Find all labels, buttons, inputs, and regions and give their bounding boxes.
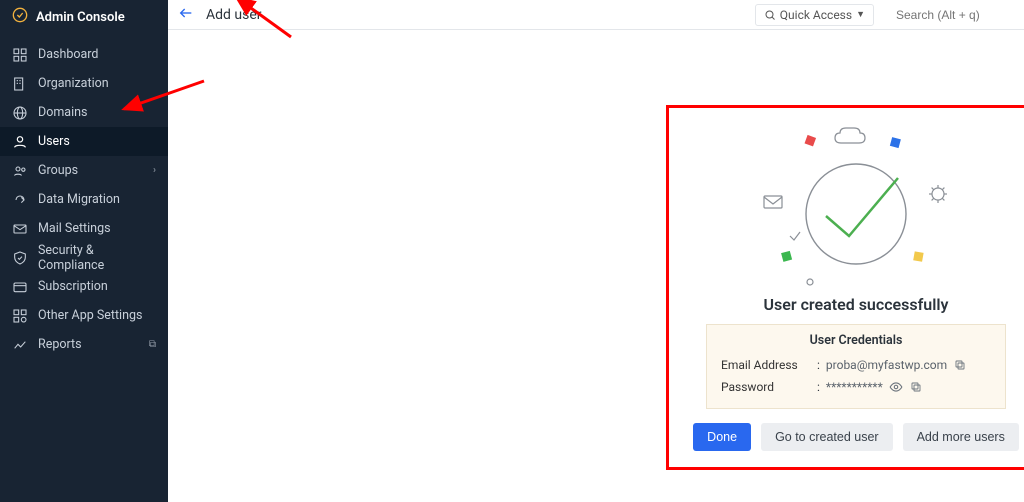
reports-icon	[12, 337, 28, 353]
sidebar-item-label: Security & Compliance	[38, 243, 156, 273]
credential-row-email: Email Address : proba@myfastwp.com	[721, 354, 991, 376]
dashboard-icon	[12, 47, 28, 63]
apps-icon	[12, 308, 28, 324]
password-label: Password	[721, 380, 811, 394]
sidebar-item-label: Organization	[38, 76, 109, 91]
popout-icon: ⧉	[149, 339, 156, 350]
sidebar-item-groups[interactable]: Groups ›	[0, 156, 168, 185]
sidebar-nav: Dashboard Organization Domains Users Gro…	[0, 40, 168, 359]
search-input[interactable]	[894, 7, 1014, 23]
chevron-right-icon: ›	[153, 165, 156, 176]
success-illustration	[746, 124, 966, 287]
sidebar-item-security[interactable]: Security & Compliance	[0, 243, 168, 272]
credentials-title: User Credentials	[721, 333, 991, 348]
search-icon	[764, 9, 776, 21]
sidebar-item-reports[interactable]: Reports ⧉	[0, 330, 168, 359]
sidebar-item-label: Data Migration	[38, 192, 120, 207]
shield-icon	[12, 250, 28, 266]
sidebar-item-label: Users	[38, 134, 70, 149]
user-created-panel: User created successfully User Credentia…	[666, 105, 1024, 470]
mail-settings-icon	[12, 221, 28, 237]
credential-row-password: Password : ***********	[721, 376, 991, 398]
migration-icon	[12, 192, 28, 208]
reveal-password-icon[interactable]	[889, 380, 903, 394]
copy-password-icon[interactable]	[909, 380, 923, 394]
sidebar-item-label: Groups	[38, 163, 78, 178]
sidebar-item-other-app-settings[interactable]: Other App Settings	[0, 301, 168, 330]
back-button[interactable]	[178, 5, 194, 25]
quick-access-dropdown[interactable]: Quick Access ▼	[755, 4, 874, 26]
email-value: proba@myfastwp.com	[826, 358, 947, 372]
add-more-users-button[interactable]: Add more users	[903, 423, 1019, 451]
brand-title: Admin Console	[36, 10, 125, 25]
copy-email-icon[interactable]	[953, 358, 967, 372]
sidebar-item-label: Dashboard	[38, 47, 98, 62]
password-value: ***********	[826, 380, 883, 394]
sidebar-item-label: Mail Settings	[38, 221, 111, 236]
user-icon	[12, 134, 28, 150]
page-title: Add user	[206, 7, 262, 23]
sidebar-item-label: Domains	[38, 105, 88, 120]
sidebar-item-data-migration[interactable]: Data Migration	[0, 185, 168, 214]
sidebar-item-organization[interactable]: Organization	[0, 69, 168, 98]
sidebar-item-domains[interactable]: Domains	[0, 98, 168, 127]
email-label: Email Address	[721, 358, 811, 372]
sidebar: Admin Console Dashboard Organization Dom…	[0, 0, 168, 502]
subscription-icon	[12, 279, 28, 295]
sidebar-item-subscription[interactable]: Subscription	[0, 272, 168, 301]
groups-icon	[12, 163, 28, 179]
go-to-user-button[interactable]: Go to created user	[761, 423, 893, 451]
sidebar-item-dashboard[interactable]: Dashboard	[0, 40, 168, 69]
done-button[interactable]: Done	[693, 423, 751, 451]
main-area: Add user Quick Access ▼	[168, 0, 1024, 502]
button-row: Done Go to created user Add more users	[693, 423, 1019, 451]
credentials-box: User Credentials Email Address : proba@m…	[706, 324, 1006, 409]
sidebar-item-label: Reports	[38, 337, 82, 352]
brand: Admin Console	[0, 0, 168, 34]
sidebar-item-users[interactable]: Users	[0, 127, 168, 156]
sidebar-item-label: Other App Settings	[38, 308, 142, 323]
sidebar-item-label: Subscription	[38, 279, 108, 294]
success-title: User created successfully	[764, 295, 949, 314]
topbar: Add user Quick Access ▼	[168, 0, 1024, 30]
organization-icon	[12, 76, 28, 92]
brand-logo-icon	[12, 7, 28, 27]
caret-down-icon: ▼	[856, 9, 865, 20]
sidebar-item-mail-settings[interactable]: Mail Settings	[0, 214, 168, 243]
quick-access-label: Quick Access	[780, 8, 852, 22]
globe-icon	[12, 105, 28, 121]
